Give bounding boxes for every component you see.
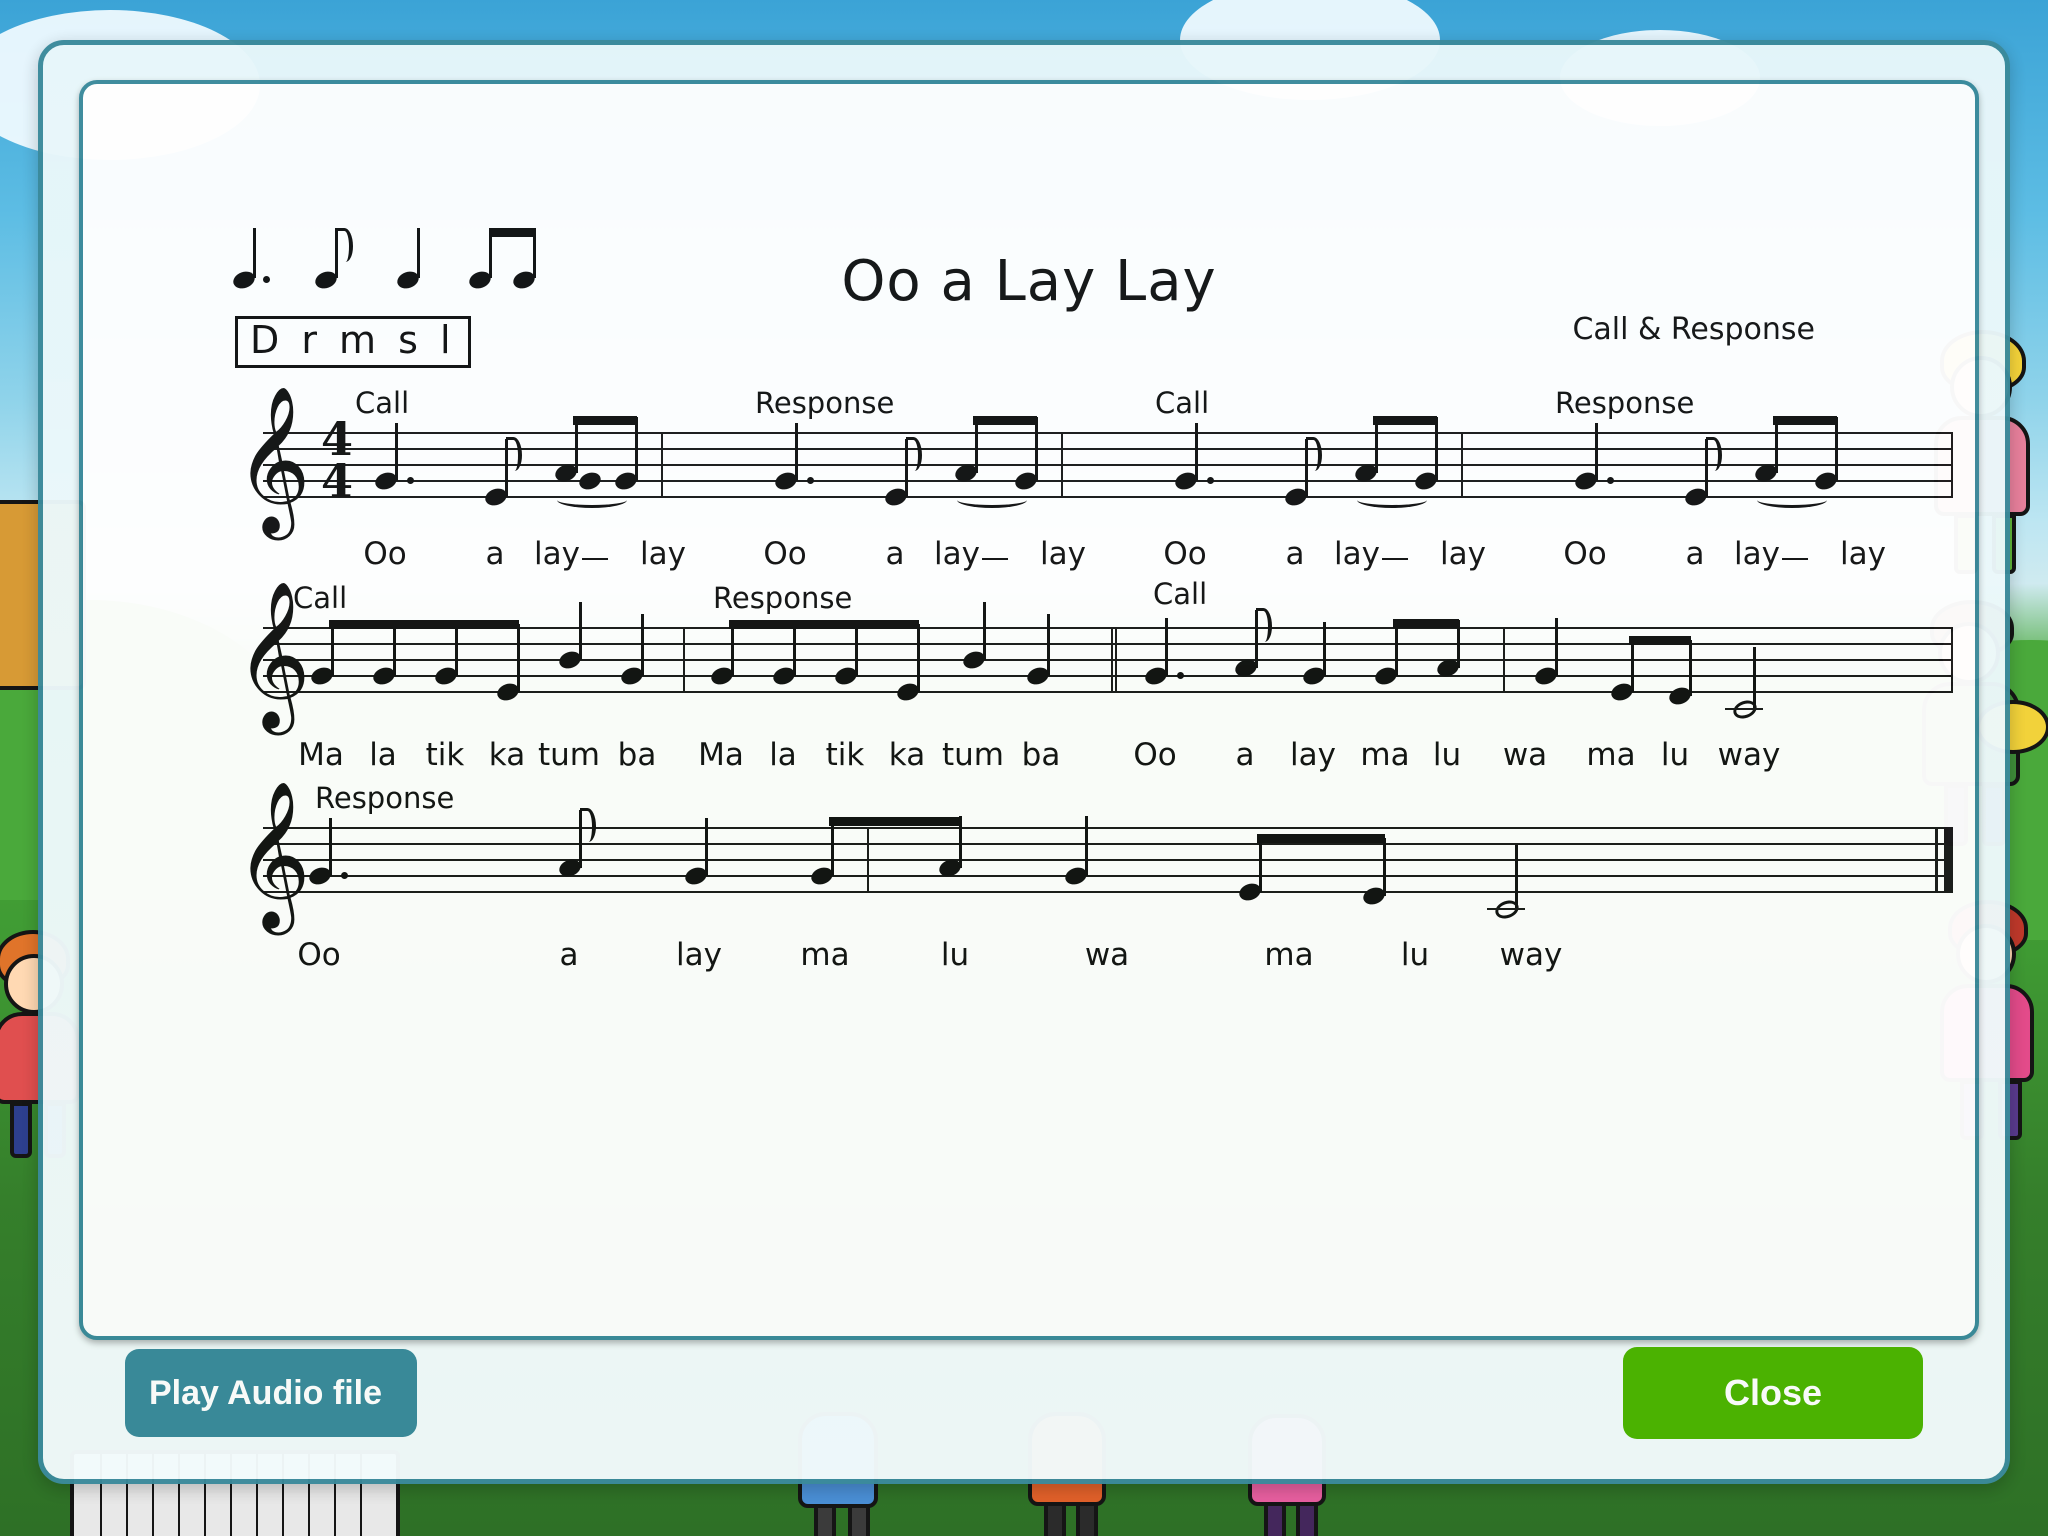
lyric: ma — [800, 937, 850, 973]
score-dialog: D r m s l Oo a Lay Lay Call & Response C… — [38, 40, 2010, 1484]
lyric: a — [1235, 737, 1255, 773]
lyric: lay — [534, 536, 608, 572]
slur — [957, 492, 1027, 508]
lyric: a — [485, 536, 505, 572]
lyric: ba — [1021, 737, 1061, 773]
beam — [329, 620, 519, 629]
solfa-note-set: D r m s l — [235, 316, 471, 368]
lyric: lu — [1660, 737, 1690, 773]
lyric: Oo — [1133, 737, 1177, 773]
barline — [1111, 627, 1113, 693]
cue-response: Response — [755, 386, 895, 420]
beam — [573, 416, 637, 425]
slur — [557, 492, 627, 508]
lyric: tik — [425, 737, 465, 773]
staff-system-1: Call Response Call Response 𝄞 4 4 Oo a l… — [235, 386, 1953, 622]
lyric: ka — [888, 737, 926, 773]
lyric: lu — [1432, 737, 1462, 773]
barline — [1951, 432, 1953, 498]
cue-call: Call — [1155, 386, 1210, 420]
lyric: lay — [676, 937, 722, 973]
lyric: way — [1717, 737, 1781, 773]
lyric: lay — [1840, 536, 1886, 572]
lyric: lu — [940, 937, 970, 973]
staff-lines: 𝄞 — [235, 791, 1953, 922]
genre-label: Call & Response — [1572, 312, 1815, 347]
lyric: a — [885, 536, 905, 572]
barline — [867, 827, 869, 893]
page-title: Oo a Lay Lay — [841, 249, 1217, 314]
lyric: lay — [1440, 536, 1486, 572]
lyric: lay — [1734, 536, 1808, 572]
lyric: Oo — [363, 536, 407, 572]
lyric: Oo — [1563, 536, 1607, 572]
barline — [1061, 432, 1063, 498]
lyric: lu — [1400, 937, 1430, 973]
lyric: lay — [934, 536, 1008, 572]
treble-clef-icon: 𝄞 — [235, 780, 311, 929]
beam — [729, 620, 919, 629]
lyric: Oo — [297, 937, 341, 973]
lyric: lay — [640, 536, 686, 572]
play-audio-button[interactable]: Play Audio file — [125, 1349, 417, 1437]
lyric: wa — [1084, 937, 1130, 973]
barline — [1503, 627, 1505, 693]
lyric: ma — [1360, 737, 1410, 773]
lyric: a — [1285, 536, 1305, 572]
close-button[interactable]: Close — [1623, 1347, 1923, 1439]
beam — [1629, 636, 1691, 645]
lyric: Oo — [763, 536, 807, 572]
treble-clef-icon: 𝄞 — [235, 580, 311, 729]
lyric: Ma — [298, 737, 344, 773]
cue-call: Call — [355, 386, 410, 420]
cue-call: Call — [1153, 577, 1208, 611]
staff-system-3: Response 𝄞 Oo a lay ma lu wa ma lu way — [235, 781, 1953, 1027]
lyric: tik — [825, 737, 865, 773]
barline — [683, 627, 685, 693]
lyric: ma — [1264, 937, 1314, 973]
staff-lines: 𝄞 4 4 — [235, 396, 1953, 524]
lyric: lay — [1290, 737, 1336, 773]
staff-lines: 𝄞 — [235, 591, 1953, 722]
beam — [1393, 619, 1459, 628]
lyric: ba — [617, 737, 657, 773]
lyric: tum — [538, 737, 600, 773]
barline — [1951, 627, 1953, 693]
lyric: a — [559, 937, 579, 973]
lyric: a — [1685, 536, 1705, 572]
lyric: tum — [942, 737, 1004, 773]
lyric: la — [369, 737, 397, 773]
lyric: Ma — [698, 737, 744, 773]
lyric: la — [769, 737, 797, 773]
beam — [973, 416, 1037, 425]
barline — [661, 432, 663, 498]
cue-response: Response — [315, 781, 455, 815]
barline — [1461, 432, 1463, 498]
lyric: wa — [1502, 737, 1548, 773]
beam — [1773, 416, 1837, 425]
cue-response: Response — [713, 581, 853, 615]
lyric: way — [1499, 937, 1563, 973]
lyric: Oo — [1163, 536, 1207, 572]
slur — [1757, 492, 1827, 508]
barline — [1115, 627, 1117, 693]
music-score-sheet: D r m s l Oo a Lay Lay Call & Response C… — [79, 80, 1979, 1340]
beam — [1257, 834, 1385, 843]
lyric: ma — [1586, 737, 1636, 773]
lyric: lay — [1040, 536, 1086, 572]
cue-response: Response — [1555, 386, 1695, 420]
final-barline — [1935, 827, 1953, 893]
lyric: lay — [1334, 536, 1408, 572]
slur — [1357, 492, 1427, 508]
time-signature: 4 4 — [321, 412, 354, 509]
beam — [1373, 416, 1437, 425]
beam — [829, 817, 961, 826]
lyric: ka — [488, 737, 526, 773]
staff-system-2: Call Response Call 𝄞 Ma la tik ka tum ba… — [235, 577, 1953, 827]
treble-clef-icon: 𝄞 — [235, 385, 311, 534]
